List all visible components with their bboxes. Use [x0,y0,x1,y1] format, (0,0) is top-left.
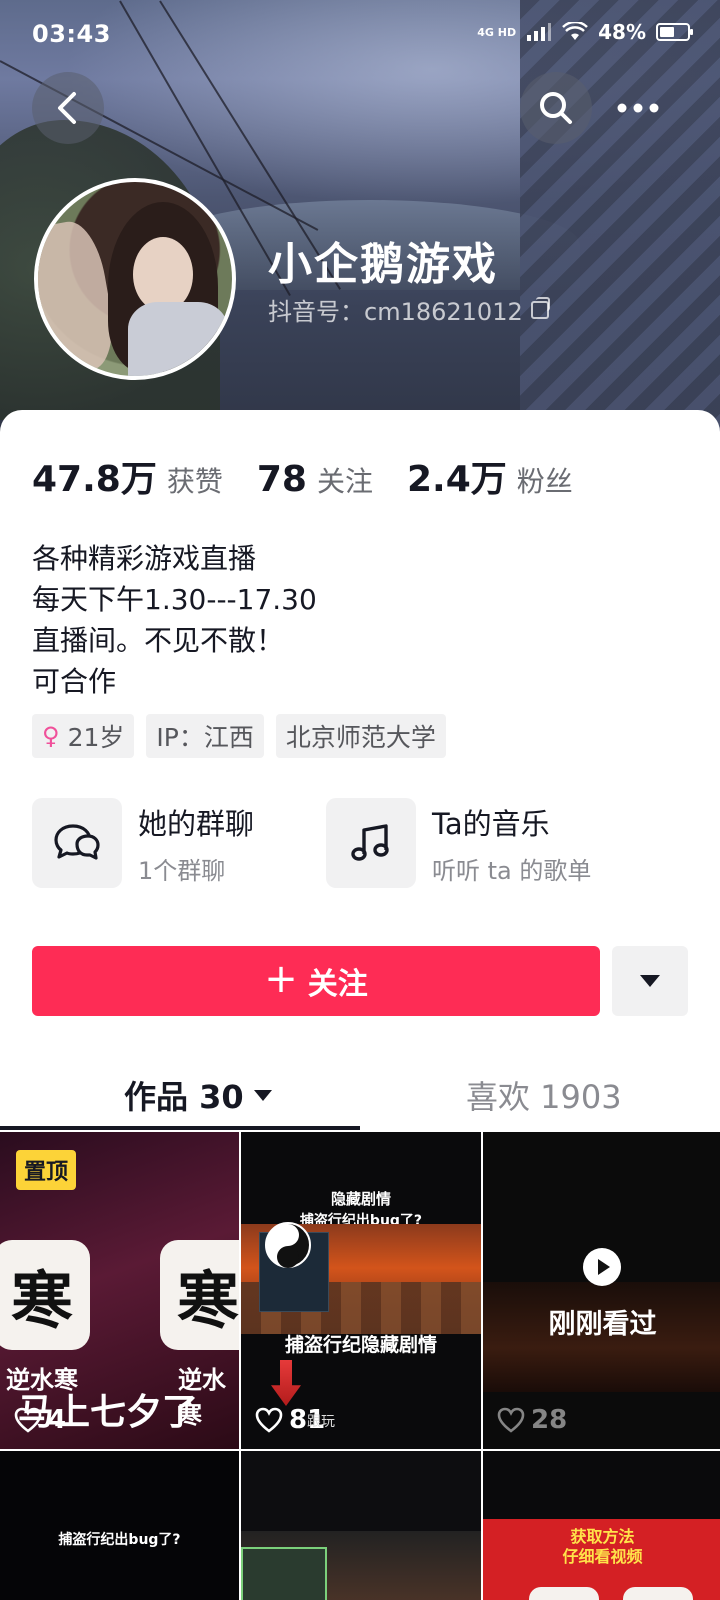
video-overlay-line: 获取方法 [570,1527,635,1546]
network-label: 4G HD [477,25,517,39]
likes-count: 4 [48,1405,67,1435]
feature-cards: 她的群聊 1个群聊 Ta的音乐 听听 ta 的歌单 [32,798,688,888]
profile-tags: ♀ 21岁 IP：江西 北京师范大学 [32,714,446,758]
plus-icon: + [264,956,298,1002]
chevron-left-icon [58,92,76,124]
video-thumbnail[interactable]: 捕盗行纪出bug了? [0,1451,239,1600]
active-tab-indicator [0,1126,360,1130]
video-overlay-title: 获取方法 仔细看视频 [483,1527,720,1567]
stat-likes-value: 47.8万 [32,459,157,500]
heart-icon [255,1407,283,1433]
status-time: 03:43 [32,20,111,48]
video-likes: 28 [497,1405,567,1435]
stats-row: 47.8万 获赞 78 关注 2.4万 粉丝 [32,450,607,502]
video-overlay-line: 仔细看视频 [562,1547,643,1566]
bio-line: 可合作 [32,665,117,698]
status-bar: 03:43 4G HD 48% [0,0,720,70]
heart-icon [497,1407,525,1433]
signal-icon [527,23,552,41]
search-button[interactable] [520,72,592,144]
bio-line: 各种精彩游戏直播 [32,542,257,575]
yin-yang-icon [265,1222,311,1268]
pinned-badge: 置顶 [16,1150,77,1190]
video-thumbnail[interactable]: 隐藏剧情 捕盗行纪出bug了? 捕盗行纪隐藏剧情 81 跟玩 [241,1132,481,1449]
heart-icon [14,1407,42,1433]
stat-followers-value: 2.4万 [406,459,507,500]
music-sub: 听听 ta 的歌单 [432,856,592,885]
video-overlay-title: 捕盗行纪出bug了? [58,1532,181,1548]
more-options-dropdown[interactable] [612,946,688,1016]
tag-ip: IP：江西 [146,714,264,758]
follow-label: 关注 [307,967,368,1002]
arrow-down-icon [271,1360,301,1406]
tag-age: ♀ 21岁 [32,714,135,758]
video-thumbnail[interactable] [241,1451,481,1600]
app-logo [529,1587,599,1600]
just-watched-label: 刚刚看过 [548,1309,657,1340]
battery-icon [656,23,693,41]
more-dots-icon [617,103,659,113]
stat-followers[interactable]: 2.4万 粉丝 [407,450,573,502]
copy-icon[interactable] [530,296,550,319]
stat-likes-label: 获赞 [166,465,223,498]
app-logo [623,1587,693,1600]
female-icon: ♀ [42,722,60,750]
battery-percent: 48% [598,20,646,44]
tag-age-text: 21岁 [67,723,125,752]
profile-name: 小企鹅游戏 [268,239,498,290]
back-button[interactable] [32,72,104,144]
group-chat-title: 她的群聊 [138,806,255,841]
group-chat-sub: 1个群聊 [138,856,226,885]
video-grid: 置顶 寒 寒 逆水寒 逆水寒 马上七夕了 4 隐藏剧情 捕盗行纪出bug了? 捕… [0,1132,720,1600]
tab-works-label: 作品 30 [124,1078,244,1116]
wifi-icon [562,22,589,40]
app-logo: 寒 [160,1240,239,1350]
group-chat-icon [32,798,122,888]
caret-down-icon [253,1089,272,1101]
music-card[interactable]: Ta的音乐 听听 ta 的歌单 [326,798,626,888]
stat-following[interactable]: 78 关注 [257,459,373,500]
video-likes: 4 [14,1405,66,1435]
stat-following-label: 关注 [316,465,373,498]
tab-likes[interactable]: 喜欢 1903 [466,1072,622,1118]
music-note-icon [326,798,416,888]
tab-likes-label: 喜欢 1903 [466,1078,622,1116]
bio: 各种精彩游戏直播 每天下午1.30---17.30 直播间。不见不散！ 可合作 [32,538,317,702]
video-small-text: 跟玩 [307,1414,335,1430]
likes-count: 28 [531,1405,568,1435]
stat-likes[interactable]: 47.8万 获赞 [32,450,223,502]
app-logo: 寒 [0,1240,90,1350]
content-tabs: 作品 30 喜欢 1903 [0,1060,720,1130]
music-title: Ta的音乐 [432,806,550,841]
follow-button[interactable]: + 关注 [32,946,600,1016]
more-button[interactable] [602,72,674,144]
bio-line: 直播间。不见不散！ [32,624,285,657]
game-ui-panel [241,1547,327,1600]
video-thumbnail[interactable]: 获取方法 仔细看视频 [483,1451,720,1600]
play-icon [583,1248,621,1286]
video-overlay-title: 隐藏剧情 [330,1190,391,1208]
stat-following-value: 78 [256,459,307,500]
video-subtitle: 捕盗行纪隐藏剧情 [284,1334,437,1356]
profile-handle-row[interactable]: 抖音号：cm18621012 [268,292,550,327]
video-thumbnail[interactable]: 刚刚看过 28 [483,1132,720,1449]
stat-followers-label: 粉丝 [516,465,573,498]
caret-down-icon [640,975,660,987]
video-thumbnail[interactable]: 置顶 寒 寒 逆水寒 逆水寒 马上七夕了 4 [0,1132,239,1449]
status-icons: 4G HD 48% [477,20,693,44]
avatar[interactable] [34,178,236,380]
search-icon [540,92,572,124]
tag-school[interactable]: 北京师范大学 [275,714,446,758]
tab-works[interactable]: 作品 30 [124,1072,272,1118]
group-chat-card[interactable]: 她的群聊 1个群聊 [32,798,332,888]
profile-handle: 抖音号：cm18621012 [268,298,523,326]
bio-line: 每天下午1.30---17.30 [32,583,317,616]
